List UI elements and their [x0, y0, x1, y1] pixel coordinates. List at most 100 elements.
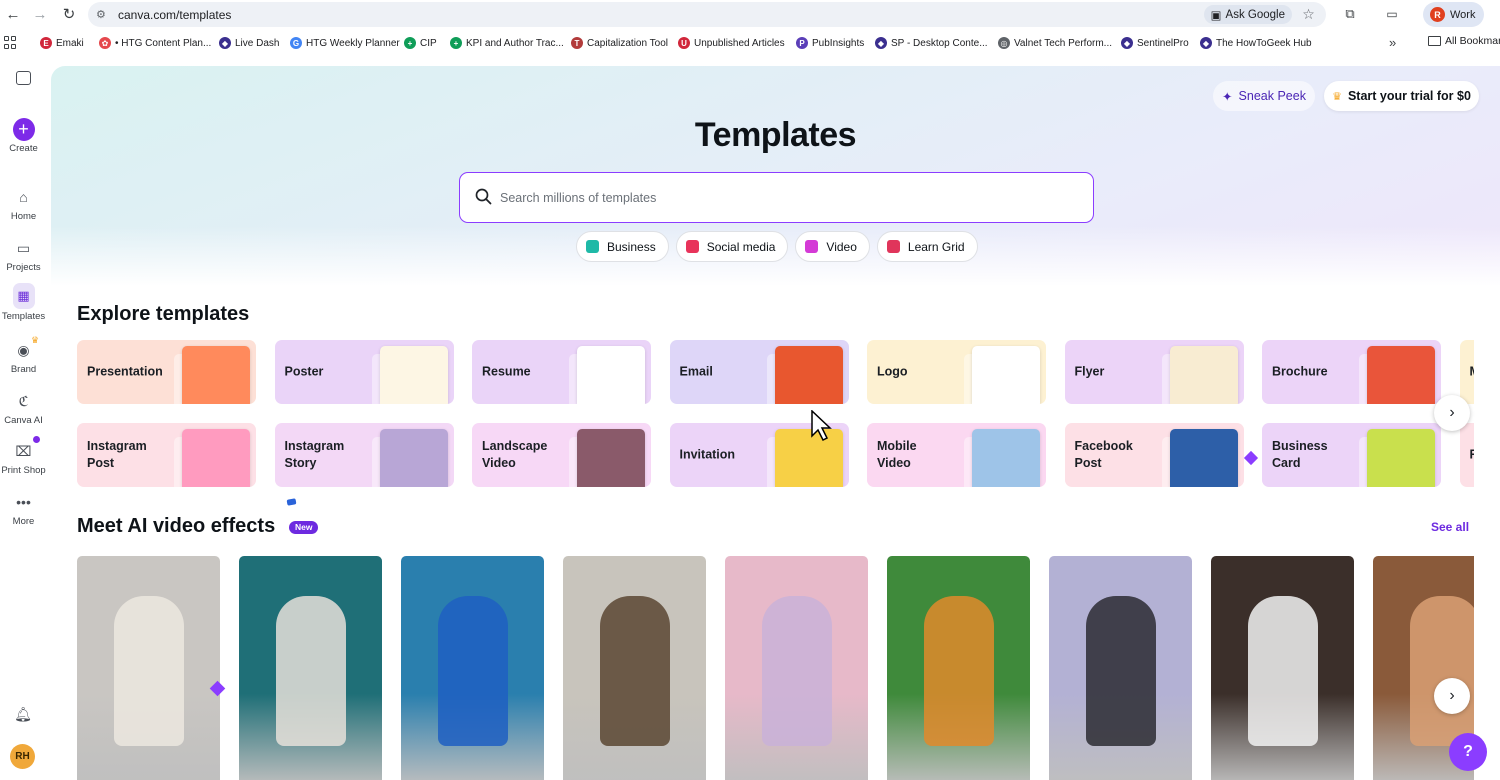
bookmark-label: Unpublished Articles — [694, 37, 785, 49]
sidebar-item-canva-ai[interactable]: ℭ Canva AI — [0, 390, 47, 427]
mouse-cursor-icon — [811, 410, 832, 442]
template-card-f[interactable]: F — [1459, 423, 1474, 487]
help-button[interactable]: ? — [1449, 733, 1487, 771]
carousel-next-button[interactable]: › — [1434, 395, 1470, 431]
sidebar-item-projects[interactable]: ▭ Projects — [0, 237, 47, 274]
back-arrow-icon[interactable]: ← — [0, 1, 26, 27]
chip-icon — [805, 240, 819, 253]
start-trial-label: Start your trial for $0 — [1347, 89, 1471, 103]
bookmark-label: CIP — [420, 37, 437, 49]
sidebar-item-brand[interactable]: ◉ Brand ♛ — [0, 335, 47, 375]
bell-icon[interactable]: 🔔︎ — [13, 706, 33, 726]
card-label: Instagram Post — [87, 439, 147, 470]
see-all-link[interactable]: See all — [1431, 520, 1469, 534]
sidebar-item-create[interactable]: + Create — [0, 117, 47, 154]
chip-video[interactable]: Video — [795, 231, 870, 262]
template-card-instagram-post[interactable]: Instagram Post — [77, 423, 256, 487]
bookmark-item[interactable]: P PubInsights — [796, 36, 864, 50]
bookmark-label: SentinelPro — [1137, 37, 1189, 49]
thumbnail-subject — [599, 596, 670, 746]
card-thumbnail — [1169, 346, 1238, 404]
start-trial-button[interactable]: ♛ Start your trial for $0 — [1324, 81, 1479, 111]
video-thumbnail-underwater-bag[interactable] — [401, 556, 544, 780]
chip-learn-grid[interactable]: Learn Grid — [876, 231, 978, 262]
bookmarks-overflow-icon[interactable]: » — [1389, 35, 1396, 50]
avatar[interactable]: RH — [10, 744, 35, 769]
canva-ai-icon: ℭ — [18, 392, 29, 409]
bookmark-label: SP - Desktop Conte... — [891, 37, 988, 49]
bookmark-item[interactable]: ◆ Live Dash — [219, 36, 279, 50]
bookmark-item[interactable]: ✿ • HTG Content Plan... — [99, 36, 211, 50]
sidebar-item-label: More — [12, 516, 35, 527]
bookmark-item[interactable]: G HTG Weekly Planner — [290, 36, 400, 50]
video-thumbnail-knit-dolls[interactable] — [563, 556, 706, 780]
template-card-brochure[interactable]: Brochure — [1262, 340, 1441, 404]
sidebar-item-home[interactable]: ⌂ Home — [0, 186, 47, 222]
apps-grid-icon[interactable] — [4, 36, 17, 49]
bookmark-item[interactable]: U Unpublished Articles — [678, 36, 785, 50]
template-search[interactable] — [459, 172, 1094, 223]
video-thumbnail-pixel-game[interactable] — [887, 556, 1030, 780]
search-input[interactable] — [500, 190, 1060, 205]
bookmark-item[interactable]: + CIP — [404, 36, 437, 50]
address-bar[interactable]: ⚙ canva.com/templates ▣ Ask Google ☆ — [88, 2, 1326, 27]
video-thumbnail-bubble-woman[interactable] — [1049, 556, 1192, 780]
new-badge: New — [289, 521, 319, 534]
crown-icon: ♛ — [31, 335, 40, 345]
template-card-m[interactable]: M — [1459, 340, 1474, 404]
template-card-instagram-story[interactable]: Instagram Story — [274, 423, 454, 487]
templates-icon: ▦ — [12, 282, 35, 309]
bookmark-label: Capitalization Tool — [587, 37, 668, 49]
bookmark-favicon-icon: T — [571, 37, 583, 49]
chip-social-media[interactable]: Social media — [675, 231, 789, 262]
template-card-presentation[interactable]: Presentation — [77, 340, 256, 404]
template-card-poster[interactable]: Poster — [274, 340, 454, 404]
template-card-resume[interactable]: Resume — [472, 340, 651, 404]
video-thumbnail-cloud-car[interactable] — [725, 556, 868, 780]
template-card-business-card[interactable]: Business Card — [1262, 423, 1441, 487]
tab-search-icon[interactable]: ▭ — [1381, 3, 1403, 25]
sneak-peek-button[interactable]: ✦ Sneak Peek — [1213, 81, 1315, 111]
sidebar-item-more[interactable]: ••• More — [0, 491, 47, 527]
template-card-flyer[interactable]: Flyer — [1064, 340, 1244, 404]
template-card-mobile-video[interactable]: Mobile Video — [867, 423, 1046, 487]
reload-icon[interactable]: ↻ — [56, 1, 82, 27]
folder-icon — [1428, 36, 1441, 46]
bookmark-star-icon[interactable]: ☆ — [1299, 5, 1318, 24]
address-url[interactable]: canva.com/templates — [118, 8, 231, 22]
bookmark-item[interactable]: T Capitalization Tool — [571, 36, 668, 50]
more-dots-icon: ••• — [16, 494, 31, 510]
chip-label: Video — [826, 239, 857, 254]
video-thumbnail-printer-portrait[interactable] — [77, 556, 220, 780]
template-card-facebook-post[interactable]: Facebook Post — [1064, 423, 1244, 487]
sidebar-toggle[interactable] — [0, 71, 47, 88]
extensions-icon[interactable]: ⧉ — [1339, 3, 1361, 25]
site-info-icon[interactable]: ⚙ — [96, 8, 118, 21]
sidebar-item-templates[interactable]: ▦ Templates — [0, 282, 47, 322]
bookmark-item[interactable]: + KPI and Author Trac... — [450, 36, 564, 50]
thumbnail-subject — [275, 596, 346, 746]
video-carousel-next-button[interactable]: › — [1434, 678, 1470, 714]
template-card-landscape-video[interactable]: Landscape Video — [472, 423, 651, 487]
category-chips: Business Social media Video Learn Grid — [576, 231, 978, 263]
thumbnail-subject — [761, 596, 832, 746]
bookmark-item[interactable]: E Emaki — [40, 36, 84, 50]
chip-business[interactable]: Business — [576, 231, 669, 262]
bookmark-item[interactable]: ◎ Valnet Tech Perform... — [998, 36, 1112, 50]
chip-icon — [886, 240, 900, 253]
video-thumbnail-library-skater[interactable] — [239, 556, 382, 780]
card-label: Flyer — [1074, 364, 1105, 379]
sidebar-item-print-shop[interactable]: ⌧ Print Shop — [0, 436, 47, 476]
profile-label: Work — [1450, 8, 1476, 21]
ask-google-button[interactable]: ▣ Ask Google — [1203, 5, 1292, 24]
all-bookmarks-button[interactable]: All Bookmarks — [1428, 35, 1500, 47]
profile-button[interactable]: R Work — [1423, 2, 1484, 27]
video-thumbnail-photo-booth[interactable] — [1211, 556, 1354, 780]
sidebar-item-label: Brand — [10, 364, 37, 375]
template-card-email[interactable]: Email — [669, 340, 849, 404]
bookmark-item[interactable]: ◆ The HowToGeek Hub — [1200, 36, 1312, 50]
template-card-logo[interactable]: Logo — [867, 340, 1046, 404]
bookmark-item[interactable]: ◆ SentinelPro — [1121, 36, 1189, 50]
forward-arrow-icon[interactable]: → — [27, 1, 53, 27]
bookmark-item[interactable]: ◆ SP - Desktop Conte... — [875, 36, 988, 50]
